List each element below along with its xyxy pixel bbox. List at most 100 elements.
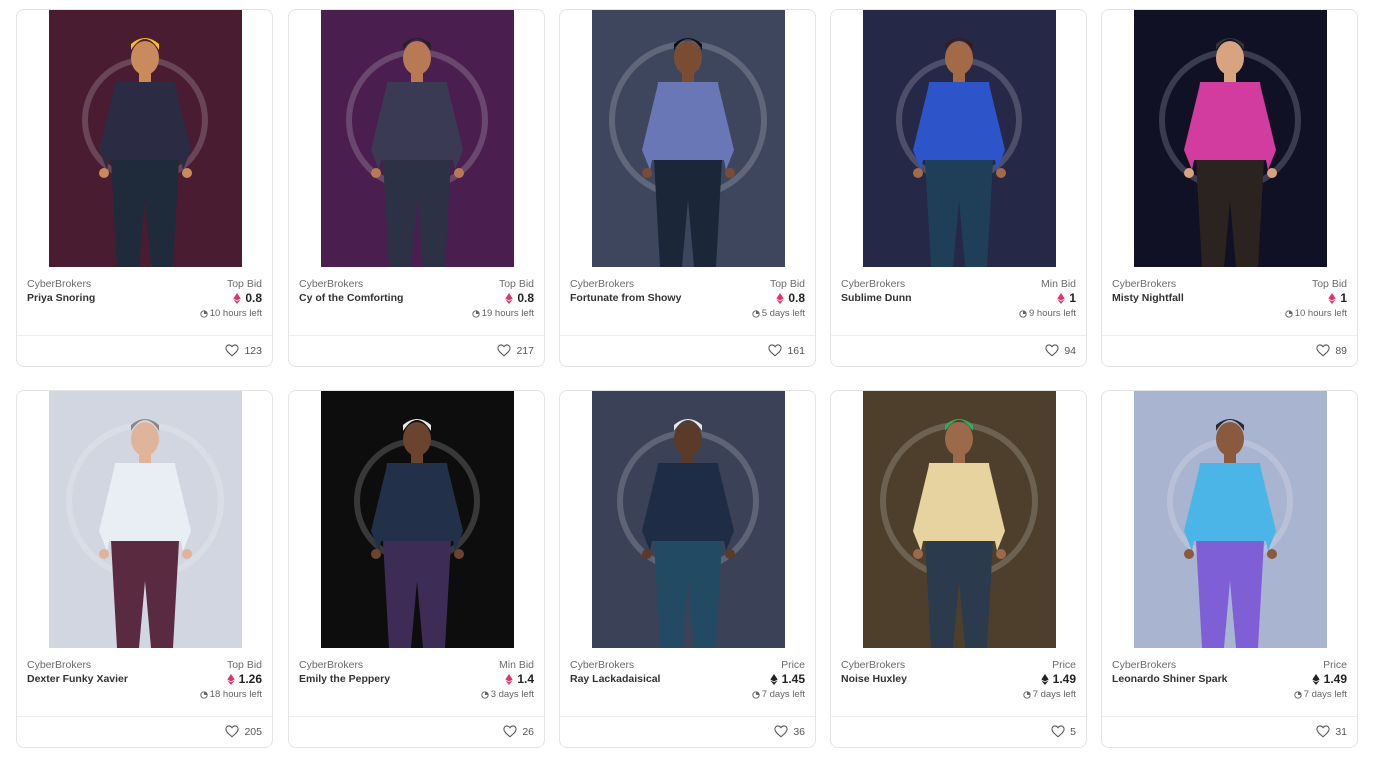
collection-name[interactable]: CyberBrokers xyxy=(1112,278,1176,290)
eth-pink-icon xyxy=(776,292,784,304)
nft-artwork-image[interactable] xyxy=(863,10,1056,267)
collection-name[interactable]: CyberBrokers xyxy=(841,659,905,671)
like-count: 217 xyxy=(516,344,534,357)
nft-name[interactable]: Fortunate from Showy xyxy=(570,292,681,304)
eth-dark-icon xyxy=(1040,673,1049,685)
price: 1.4 xyxy=(505,672,534,686)
like-button[interactable]: 89 xyxy=(1316,344,1347,357)
clock-icon xyxy=(752,309,760,318)
clock-icon xyxy=(481,690,489,699)
heart-icon xyxy=(774,725,788,738)
nft-card[interactable]: CyberBrokers Fortunate from Showy Top Bi… xyxy=(559,9,816,367)
like-button[interactable]: 205 xyxy=(225,725,262,738)
nft-name[interactable]: Ray Lackadaisical xyxy=(570,673,660,685)
price-value: 0.8 xyxy=(517,291,534,305)
card-divider xyxy=(831,716,1086,717)
heart-icon xyxy=(1045,344,1059,357)
like-button[interactable]: 31 xyxy=(1316,725,1347,738)
card-divider xyxy=(560,716,815,717)
nft-card[interactable]: CyberBrokers Emily the Peppery Min Bid 1… xyxy=(288,390,545,748)
bid-label: Price xyxy=(781,659,805,671)
nft-card[interactable]: CyberBrokers Priya Snoring Top Bid 0.8 1… xyxy=(16,9,273,367)
like-button[interactable]: 94 xyxy=(1045,344,1076,357)
like-button[interactable]: 217 xyxy=(497,344,534,357)
card-info: CyberBrokers Sublime Dunn Min Bid 1 9 ho… xyxy=(841,278,1076,330)
bid-label: Top Bid xyxy=(769,278,805,290)
price-value: 1.4 xyxy=(517,672,534,686)
nft-artwork-image[interactable] xyxy=(321,10,514,267)
card-info: CyberBrokers Priya Snoring Top Bid 0.8 1… xyxy=(27,278,262,330)
nft-artwork-image[interactable] xyxy=(592,391,785,648)
like-button[interactable]: 36 xyxy=(774,725,805,738)
nft-card[interactable]: CyberBrokers Ray Lackadaisical Price 1.4… xyxy=(559,390,816,748)
nft-card[interactable]: CyberBrokers Dexter Funky Xavier Top Bid… xyxy=(16,390,273,748)
price-value: 1 xyxy=(1069,291,1076,305)
collection-name[interactable]: CyberBrokers xyxy=(1112,659,1176,671)
bid-label: Top Bid xyxy=(226,278,262,290)
bid-label: Min Bid xyxy=(498,659,534,671)
nft-name[interactable]: Dexter Funky Xavier xyxy=(27,673,128,685)
card-info: CyberBrokers Dexter Funky Xavier Top Bid… xyxy=(27,659,262,711)
eth-pink-icon xyxy=(226,673,235,685)
like-button[interactable]: 26 xyxy=(503,725,534,738)
nft-card[interactable]: CyberBrokers Cy of the Comforting Top Bi… xyxy=(288,9,545,367)
time-left: 19 hours left xyxy=(472,308,534,319)
nft-card[interactable]: CyberBrokers Misty Nightfall Top Bid 1 1… xyxy=(1101,9,1358,367)
collection-name[interactable]: CyberBrokers xyxy=(299,659,363,671)
collection-name[interactable]: CyberBrokers xyxy=(570,278,634,290)
nft-artwork-image[interactable] xyxy=(1134,391,1327,648)
time-left-value: 7 days left xyxy=(1032,689,1076,700)
like-button[interactable]: 5 xyxy=(1051,725,1076,738)
time-left: 18 hours left xyxy=(200,689,262,700)
like-button[interactable]: 161 xyxy=(768,344,805,357)
nft-name[interactable]: Priya Snoring xyxy=(27,292,95,304)
collection-name[interactable]: CyberBrokers xyxy=(570,659,634,671)
nft-name[interactable]: Misty Nightfall xyxy=(1112,292,1184,304)
time-left-value: 7 days left xyxy=(761,689,805,700)
nft-artwork-image[interactable] xyxy=(49,10,242,267)
nft-card[interactable]: CyberBrokers Leonardo Shiner Spark Price… xyxy=(1101,390,1358,748)
time-left-value: 10 hours left xyxy=(209,308,262,319)
nft-artwork-image[interactable] xyxy=(592,10,785,267)
nft-name[interactable]: Sublime Dunn xyxy=(841,292,912,304)
card-info: CyberBrokers Leonardo Shiner Spark Price… xyxy=(1112,659,1347,711)
time-left-value: 7 days left xyxy=(1303,689,1347,700)
bid-label: Min Bid xyxy=(1040,278,1076,290)
like-button[interactable]: 123 xyxy=(225,344,262,357)
collection-name[interactable]: CyberBrokers xyxy=(299,278,363,290)
price: 0.8 xyxy=(233,291,262,305)
nft-artwork-image[interactable] xyxy=(49,391,242,648)
price-value: 1 xyxy=(1340,291,1347,305)
heart-icon xyxy=(225,725,240,738)
nft-artwork-image[interactable] xyxy=(321,391,514,648)
card-info: CyberBrokers Noise Huxley Price 1.49 7 d… xyxy=(841,659,1076,711)
price: 1.26 xyxy=(226,672,262,686)
card-info: CyberBrokers Fortunate from Showy Top Bi… xyxy=(570,278,805,330)
price-value: 1.45 xyxy=(781,672,805,686)
heart-icon xyxy=(503,725,517,738)
nft-name[interactable]: Cy of the Comforting xyxy=(299,292,403,304)
price: 1.49 xyxy=(1311,672,1347,686)
nft-name[interactable]: Emily the Peppery xyxy=(299,673,390,685)
nft-artwork-image[interactable] xyxy=(1134,10,1327,267)
clock-icon xyxy=(200,690,208,699)
card-divider xyxy=(289,716,544,717)
time-left: 7 days left xyxy=(752,689,805,700)
heart-icon xyxy=(1316,725,1330,738)
collection-name[interactable]: CyberBrokers xyxy=(27,278,91,290)
collection-name[interactable]: CyberBrokers xyxy=(841,278,905,290)
collection-name[interactable]: CyberBrokers xyxy=(27,659,91,671)
nft-card[interactable]: CyberBrokers Noise Huxley Price 1.49 7 d… xyxy=(830,390,1087,748)
nft-name[interactable]: Leonardo Shiner Spark xyxy=(1112,673,1228,685)
bid-label: Top Bid xyxy=(226,659,262,671)
nft-name[interactable]: Noise Huxley xyxy=(841,673,907,685)
like-count: 123 xyxy=(244,344,262,357)
eth-pink-icon xyxy=(233,292,241,304)
card-divider xyxy=(289,335,544,336)
price: 1 xyxy=(1328,291,1347,305)
bid-label: Price xyxy=(1323,659,1347,671)
price-value: 0.8 xyxy=(245,291,262,305)
price: 0.8 xyxy=(505,291,534,305)
nft-artwork-image[interactable] xyxy=(863,391,1056,648)
nft-card[interactable]: CyberBrokers Sublime Dunn Min Bid 1 9 ho… xyxy=(830,9,1087,367)
